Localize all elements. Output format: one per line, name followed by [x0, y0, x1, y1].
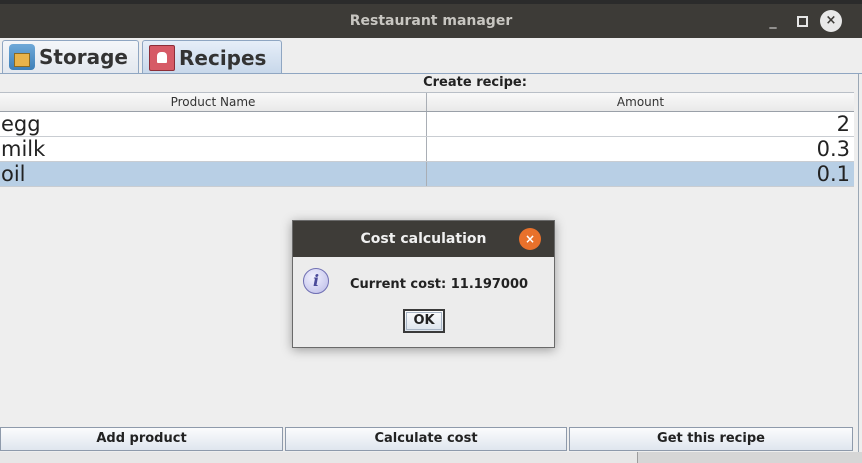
table-row[interactable]: egg 2 [0, 112, 854, 137]
table-row-selected[interactable]: oil 0.1 [0, 162, 854, 187]
table-header: Product Name Amount [0, 92, 854, 112]
recipe-book-icon [149, 44, 175, 71]
info-icon: i [303, 268, 329, 294]
get-recipe-button[interactable]: Get this recipe [569, 427, 853, 451]
table-row[interactable]: milk 0.3 [0, 137, 854, 162]
tab-storage-label: Storage [39, 45, 128, 69]
cost-calculation-dialog: Cost calculation × i Current cost: 11.19… [292, 220, 555, 348]
add-product-button[interactable]: Add product [0, 427, 283, 451]
amount-cell[interactable]: 2 [427, 112, 854, 136]
amount-cell[interactable]: 0.1 [427, 162, 854, 186]
tab-storage[interactable]: Storage [2, 40, 139, 73]
column-header-product-name[interactable]: Product Name [0, 93, 427, 111]
window-titlebar[interactable]: Restaurant manager _ × [0, 4, 862, 38]
action-button-bar: Add product Calculate cost Get this reci… [0, 427, 858, 452]
panel-title: Create recipe: [423, 75, 527, 90]
dialog-message: Current cost: 11.197000 [350, 277, 529, 292]
dialog-close-button[interactable]: × [519, 228, 541, 250]
product-name-cell[interactable]: egg [0, 112, 427, 136]
ok-button[interactable]: OK [403, 309, 445, 333]
tab-content-border [0, 73, 862, 74]
storage-icon [9, 44, 35, 70]
calculate-cost-button[interactable]: Calculate cost [285, 427, 567, 451]
dialog-title: Cost calculation [360, 231, 487, 247]
column-header-amount[interactable]: Amount [427, 93, 854, 111]
window-title: Restaurant manager [349, 13, 513, 29]
maximize-icon [796, 15, 808, 27]
tab-recipes[interactable]: Recipes [142, 40, 282, 74]
tab-recipes-label: Recipes [179, 45, 267, 70]
product-name-cell[interactable]: oil [0, 162, 427, 186]
maximize-button[interactable] [792, 11, 812, 31]
product-name-cell[interactable]: milk [0, 137, 427, 161]
desktop-bottom-strip [0, 452, 862, 463]
dialog-titlebar[interactable]: Cost calculation × [293, 221, 554, 257]
amount-cell[interactable]: 0.3 [427, 137, 854, 161]
window-close-button[interactable]: × [820, 10, 842, 32]
tab-bar: Storage Recipes [0, 38, 862, 74]
panel-right-edge [858, 74, 859, 454]
minimize-button[interactable]: _ [763, 11, 783, 31]
background-window-edge [637, 452, 862, 463]
recipe-table: Product Name Amount egg 2 milk 0.3 oil 0… [0, 92, 854, 187]
